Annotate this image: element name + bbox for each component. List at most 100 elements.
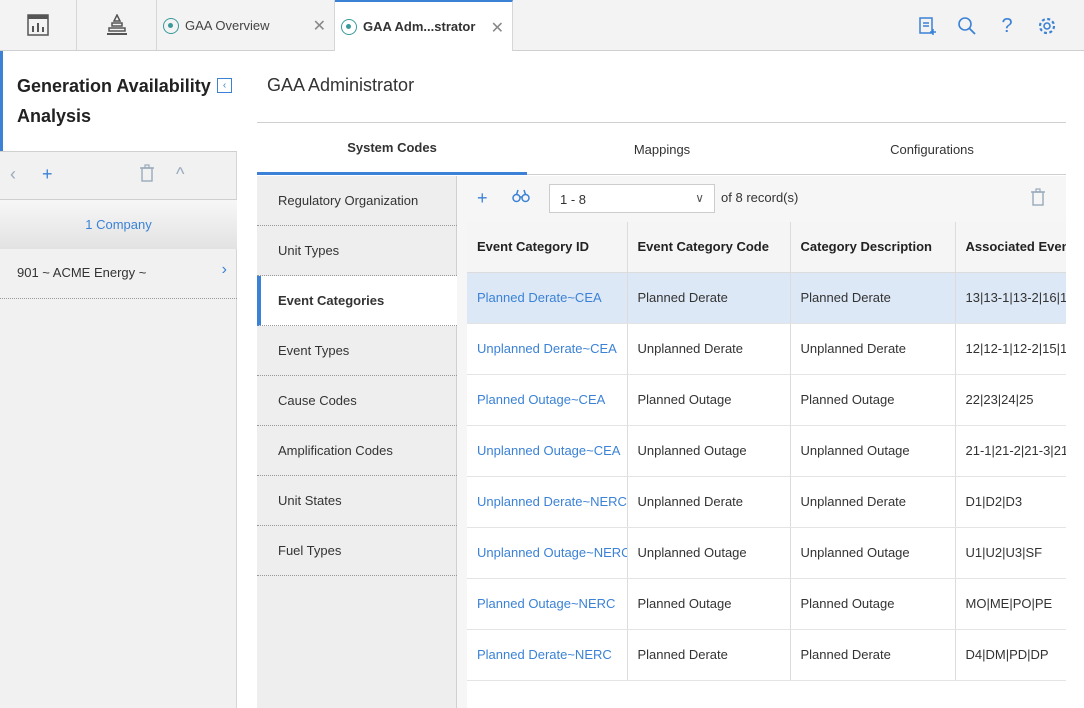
company-header[interactable]: 1 Company xyxy=(0,199,237,249)
table-cell: MO|ME|PO|PE xyxy=(955,578,1066,630)
table-cell: Unplanned Derate xyxy=(627,323,791,375)
hierarchy-icon xyxy=(106,14,127,35)
tab-system-codes[interactable]: System Codes xyxy=(257,123,527,175)
table-cell: Unplanned Outage xyxy=(790,425,956,477)
chevron-up-icon[interactable]: ^ xyxy=(176,164,184,185)
binoculars-icon[interactable] xyxy=(512,188,530,209)
main-tabs: System Codes Mappings Configurations xyxy=(257,123,1066,175)
tab-gaa-administrator[interactable]: GAA Adm...strator ✕ xyxy=(335,0,513,51)
add-icon[interactable]: + xyxy=(42,164,53,185)
table-cell: Planned Outage xyxy=(790,374,956,426)
table-cell: Planned Derate xyxy=(627,629,791,681)
dashboard-icon xyxy=(27,14,49,36)
table-cell: D4|DM|PD|DP xyxy=(955,629,1066,681)
tab-gaa-overview[interactable]: GAA Overview ✕ xyxy=(157,0,335,51)
asset-hierarchy-button[interactable] xyxy=(77,0,157,50)
table-cell: 22|23|24|25 xyxy=(955,374,1066,426)
nav-event-types[interactable]: Event Types xyxy=(257,326,457,376)
table-cell: 21-1|21-2|21-3|21 xyxy=(955,425,1066,477)
close-icon[interactable]: ✕ xyxy=(491,18,504,38)
nav-cause-codes[interactable]: Cause Codes xyxy=(257,376,457,426)
nav-label: Cause Codes xyxy=(278,393,357,408)
gaa-app-icon xyxy=(341,18,357,35)
nav-fuel-types[interactable]: Fuel Types xyxy=(257,526,457,576)
table-row[interactable]: Planned Outage~CEA Planned Outage Planne… xyxy=(467,374,1066,426)
table-cell: Unplanned Outage xyxy=(627,425,791,477)
list-item[interactable]: 901 ~ ACME Energy ~ › xyxy=(0,249,237,299)
page-title: GAA Administrator xyxy=(267,75,415,95)
record-count: of 8 record(s) xyxy=(721,190,798,205)
table-cell: Unplanned Outage xyxy=(790,527,956,579)
table-row[interactable]: Unplanned Outage~NERC Unplanned Outage U… xyxy=(467,527,1066,579)
chevron-left-icon[interactable]: ‹ xyxy=(10,164,16,185)
left-panel: Generation Availability Analysis ‹ ‹ + ^… xyxy=(0,51,237,708)
content-area: + 1 - 8 ∨ of 8 record(s) Event Category … xyxy=(457,176,1066,708)
event-category-id-link[interactable]: Planned Derate~CEA xyxy=(467,272,628,324)
records-label: record(s) xyxy=(746,190,799,205)
top-bar: GAA Overview ✕ GAA Adm...strator ✕ ? xyxy=(0,0,1084,51)
gear-icon[interactable] xyxy=(1036,15,1058,37)
chevron-left-icon: ‹ xyxy=(222,80,227,91)
table-cell: 13|13-1|13-2|16|1 xyxy=(955,272,1066,324)
nav-label: Fuel Types xyxy=(278,543,342,558)
event-category-id-link[interactable]: Planned Derate~NERC xyxy=(467,629,628,681)
event-category-id-link[interactable]: Unplanned Derate~NERC xyxy=(467,476,628,528)
table-cell: U1|U2|U3|SF xyxy=(955,527,1066,579)
left-panel-toolbar: ‹ + ^ xyxy=(0,151,237,199)
search-icon[interactable] xyxy=(956,15,978,37)
trash-icon[interactable] xyxy=(1030,188,1046,211)
event-categories-grid: Event Category ID Event Category Code Ca… xyxy=(467,222,1066,708)
nav-event-categories[interactable]: Event Categories xyxy=(257,276,457,326)
nav-unit-states[interactable]: Unit States xyxy=(257,476,457,526)
table-row[interactable]: Unplanned Outage~CEA Unplanned Outage Un… xyxy=(467,425,1066,477)
tab-configurations[interactable]: Configurations xyxy=(797,123,1067,175)
event-category-id-link[interactable]: Unplanned Outage~CEA xyxy=(467,425,628,477)
table-cell: Planned Outage xyxy=(790,578,956,630)
column-header[interactable]: Associated Event xyxy=(955,222,1066,273)
table-row[interactable]: Planned Outage~NERC Planned Outage Plann… xyxy=(467,578,1066,630)
collapse-panel-button[interactable]: ‹ xyxy=(217,78,232,93)
trash-icon[interactable] xyxy=(139,164,155,187)
nav-regulatory-organization[interactable]: Regulatory Organization xyxy=(257,176,457,226)
nav-label: Unit States xyxy=(278,493,342,508)
event-category-id-link[interactable]: Unplanned Derate~CEA xyxy=(467,323,628,375)
table-cell: D1|D2|D3 xyxy=(955,476,1066,528)
event-category-id-link[interactable]: Planned Outage~NERC xyxy=(467,578,628,630)
nav-label: Event Types xyxy=(278,343,350,358)
column-header[interactable]: Event Category ID xyxy=(467,222,628,273)
nav-unit-types[interactable]: Unit Types xyxy=(257,226,457,276)
page-range-select[interactable]: 1 - 8 ∨ xyxy=(549,184,715,213)
table-row[interactable]: Planned Derate~CEA Planned Derate Planne… xyxy=(467,272,1066,324)
nav-amplification-codes[interactable]: Amplification Codes xyxy=(257,426,457,476)
system-codes-nav: Regulatory Organization Unit Types Event… xyxy=(257,176,457,708)
table-row[interactable]: Unplanned Derate~NERC Unplanned Derate U… xyxy=(467,476,1066,528)
list-item-label: 901 ~ ACME Energy ~ xyxy=(17,265,147,280)
chevron-right-icon: › xyxy=(221,261,227,278)
event-category-id-link[interactable]: Unplanned Outage~NERC xyxy=(467,527,628,579)
tab-mappings[interactable]: Mappings xyxy=(527,123,797,175)
tab-label: GAA Overview xyxy=(185,18,270,33)
clipboard-add-icon[interactable] xyxy=(916,15,938,37)
nav-label: Amplification Codes xyxy=(278,443,393,458)
nav-label: Unit Types xyxy=(278,243,340,258)
page-range-value: 1 - 8 xyxy=(560,192,587,207)
total-count: 8 xyxy=(735,190,743,205)
help-icon[interactable]: ? xyxy=(996,15,1018,37)
tab-label: GAA Adm...strator xyxy=(363,19,476,34)
column-header[interactable]: Event Category Code xyxy=(627,222,791,273)
chevron-down-icon: ∨ xyxy=(695,191,704,205)
table-cell: Unplanned Derate xyxy=(790,323,956,375)
dashboard-button[interactable] xyxy=(0,0,77,50)
nav-label: Event Categories xyxy=(278,293,385,308)
add-icon[interactable]: + xyxy=(477,188,488,209)
table-cell: Unplanned Outage xyxy=(627,527,791,579)
grid-toolbar: + 1 - 8 ∨ of 8 record(s) xyxy=(457,176,1066,222)
close-icon[interactable]: ✕ xyxy=(313,16,326,36)
event-category-id-link[interactable]: Planned Outage~CEA xyxy=(467,374,628,426)
nav-label: Regulatory Organization xyxy=(278,193,419,208)
gaa-app-icon xyxy=(163,17,179,34)
table-row[interactable]: Unplanned Derate~CEA Unplanned Derate Un… xyxy=(467,323,1066,375)
table-row[interactable]: Planned Derate~NERC Planned Derate Plann… xyxy=(467,629,1066,681)
column-header[interactable]: Category Description xyxy=(790,222,956,273)
data-table: Event Category ID Event Category Code Ca… xyxy=(467,222,1066,681)
